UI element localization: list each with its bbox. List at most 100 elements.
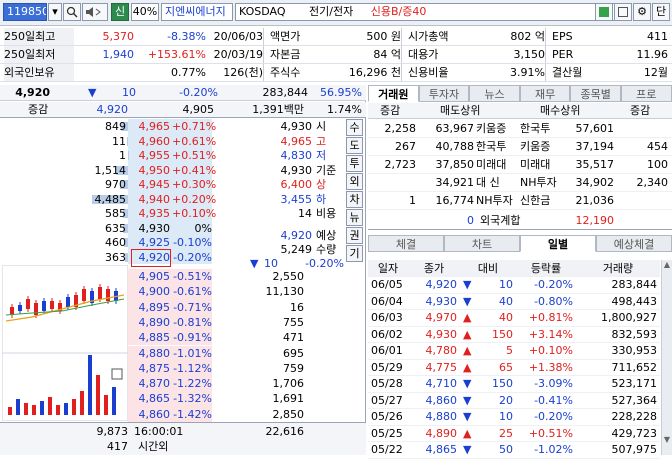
daily-change: ▼150 — [460, 376, 516, 393]
tab-broker[interactable]: 거래원 — [368, 85, 419, 102]
chart-frame — [2, 265, 128, 421]
green-box-icon[interactable] — [595, 3, 613, 21]
code-dropdown-icon[interactable]: ▾ — [48, 3, 62, 21]
daily-row[interactable]: 05/294,775▲65+1.38%711,652 — [368, 359, 660, 376]
tab-broker[interactable]: 뉴스 — [469, 85, 520, 102]
bid-price[interactable]: 4,860 — [132, 407, 170, 423]
daily-header-cell: 거래량 — [576, 260, 660, 277]
tab-broker[interactable]: 투자자 — [419, 85, 470, 102]
side-button[interactable]: 기 — [346, 245, 363, 262]
side-button[interactable]: 뉴 — [346, 209, 363, 226]
broker-buy-change — [620, 121, 668, 137]
daily-volume: 228,228 — [576, 409, 660, 426]
bid-price[interactable]: 4,880 — [132, 346, 170, 362]
tab-broker[interactable]: 재무 — [520, 85, 571, 102]
candle-body — [66, 297, 70, 307]
daily-scrollbar[interactable]: ▲ ▼ — [661, 260, 672, 455]
daily-volume: 507,975 — [576, 442, 660, 459]
daily-row[interactable]: 05/254,890▲25+0.51%429,723 — [368, 425, 660, 442]
bid-price[interactable]: 4,870 — [132, 376, 170, 392]
daily-change-value: 40 — [499, 295, 513, 308]
info-value: 1,940 — [76, 46, 134, 63]
volume-bar — [72, 399, 76, 415]
daily-volume: 429,723 — [576, 425, 660, 442]
volume-bar — [56, 405, 60, 415]
info-label: 250일최고 — [4, 28, 74, 45]
daily-row[interactable]: 05/224,865▼50-1.02%507,975 — [368, 442, 660, 459]
tab-trade[interactable]: 체결 — [368, 235, 444, 252]
tab-trade[interactable]: 차트 — [444, 235, 520, 252]
tab-broker[interactable]: 프로 — [621, 85, 672, 102]
broker-buy-name: 미래대 — [520, 157, 564, 173]
ob-header-bid: 4,905 — [176, 102, 214, 118]
layout-icon[interactable] — [614, 3, 632, 21]
side-button[interactable]: 수 — [346, 119, 363, 136]
bid-price[interactable]: 4,890 — [132, 315, 170, 331]
daily-date: 06/05 — [368, 277, 408, 294]
side-button[interactable]: 권 — [346, 227, 363, 244]
volume-bar — [64, 403, 68, 415]
info-value: 500 원 — [322, 28, 402, 45]
gear-icon[interactable]: ⚙ — [633, 3, 651, 21]
bid-pct: -1.22% — [172, 376, 212, 392]
daily-row[interactable]: 05/264,880▼10-0.20%228,228 — [368, 409, 660, 426]
daily-header-cell: 대비 — [460, 260, 516, 277]
bid-qty: 2,550 — [246, 269, 304, 285]
stock-code-input[interactable]: 119850 — [3, 3, 47, 21]
bid-price[interactable]: 4,900 — [132, 284, 170, 300]
dan-button[interactable]: 단 — [652, 3, 670, 21]
stock-summary: 250일최고5,370-8.38%20/06/03액면가500 원시가총액802… — [0, 27, 672, 83]
daily-close: 4,775 — [408, 359, 460, 376]
bid-price[interactable]: 4,875 — [132, 361, 170, 377]
info-label: 신용비율 — [408, 64, 468, 81]
daily-row[interactable]: 06/054,920▼10-0.20%283,844 — [368, 277, 660, 294]
ask-qty: 363 — [60, 250, 126, 266]
bid-price[interactable]: 4,895 — [132, 300, 170, 316]
bid-pct: -0.61% — [172, 284, 212, 300]
info-row: 250일최저1,940+153.61%20/03/19자본금84 억대용가3,1… — [0, 46, 672, 64]
toolbar: 119850 ▾ 신 40% 지엔씨에너지 KOSDAQ 전기/전자 신용B/증… — [0, 0, 672, 26]
bid-pct: -0.91% — [172, 330, 212, 346]
volume-bar — [16, 399, 20, 415]
info-pct: +153.61% — [136, 46, 206, 63]
side-button[interactable]: 외 — [346, 173, 363, 190]
broker-row: 26740,788한국투키움증37,194454 — [368, 138, 672, 156]
daily-change: ▲65 — [460, 359, 516, 376]
credit-label: 신용B/증40 — [371, 5, 427, 18]
daily-header-cell: 등락률 — [516, 260, 576, 277]
daily-volume: 527,364 — [576, 392, 660, 409]
ob-header: 증감 4,920 4,905 1,391백만 1.74% — [0, 102, 366, 118]
info-pct: -8.38% — [136, 28, 206, 45]
broker-sell-change: 2,723 — [368, 157, 416, 173]
info-value: 411 — [594, 28, 668, 45]
change-rate: -0.20% — [170, 85, 218, 101]
daily-close: 4,970 — [408, 310, 460, 327]
tab-broker[interactable]: 종목별 — [570, 85, 621, 102]
side-button[interactable]: 도 — [346, 137, 363, 154]
tab-trade[interactable]: 일별 — [520, 235, 596, 252]
bid-price[interactable]: 4,905 — [132, 269, 170, 285]
speaker-icon[interactable] — [82, 3, 108, 21]
daily-volume: 498,443 — [576, 293, 660, 310]
tab-trade[interactable]: 예상체결 — [596, 235, 672, 252]
daily-row[interactable]: 06/044,930▼40-0.80%498,443 — [368, 293, 660, 310]
broker-sell-qty: 37,850 — [420, 157, 474, 173]
bid-price[interactable]: 4,885 — [132, 330, 170, 346]
ask-price[interactable]: 4,920 — [132, 250, 170, 266]
daily-date: 05/25 — [368, 425, 408, 442]
search-icon[interactable] — [63, 3, 81, 21]
daily-row[interactable]: 06/014,780▲5+0.10%330,953 — [368, 343, 660, 360]
daily-row[interactable]: 05/284,710▼150-3.09%523,171 — [368, 376, 660, 393]
bid-price[interactable]: 4,865 — [132, 391, 170, 407]
daily-date: 06/04 — [368, 293, 408, 310]
broker-sell-change — [368, 175, 416, 191]
side-button[interactable]: 투 — [346, 155, 363, 172]
bid-total: 22,616 — [250, 424, 304, 440]
side-button[interactable]: 차 — [346, 191, 363, 208]
daily-row[interactable]: 05/274,860▼20-0.41%527,364 — [368, 392, 660, 409]
daily-row[interactable]: 06/024,930▲150+3.14%832,593 — [368, 326, 660, 343]
daily-change-value: 10 — [499, 278, 513, 291]
bid-qty: 11,130 — [246, 284, 304, 300]
daily-row[interactable]: 06/034,970▲40+0.81%1,800,927 — [368, 310, 660, 327]
daily-change: ▲40 — [460, 310, 516, 327]
